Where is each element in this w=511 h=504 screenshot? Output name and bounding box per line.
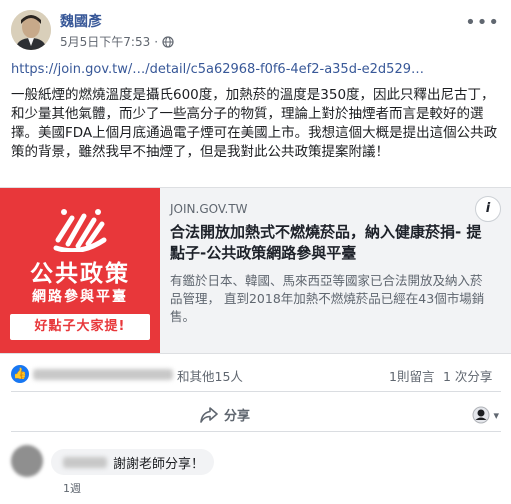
share-label: 分享: [224, 409, 251, 424]
link-preview-image[interactable]: 公共政策 網路參與平臺 好點子大家提!: [0, 188, 160, 353]
facebook-post: 魏國彥 5月5日下午7:53 · ••• https://join.gov.tw…: [0, 0, 511, 504]
globe-icon[interactable]: [162, 35, 174, 48]
reactor-names-redacted: [33, 369, 173, 380]
share-arrow-icon: [200, 406, 218, 423]
author-name[interactable]: 魏國彥: [60, 11, 102, 31]
link-description: 有鑑於日本、韓國、馬來西亞等國家已合法開放及納入菸品管理， 直到2018年加熱不…: [170, 273, 485, 324]
comment-bubble: 謝謝老師分享！: [51, 449, 215, 475]
link-title[interactable]: 合法開放加熱式不燃燒菸品，納入健康菸捐- 提點子-公共政策網路參與平臺: [170, 222, 490, 264]
reaction-others-text[interactable]: 和其他15人: [177, 366, 243, 385]
more-options-icon[interactable]: •••: [465, 12, 500, 33]
author-avatar[interactable]: [11, 10, 51, 50]
image-subtitle-text: 網路參與平臺: [32, 289, 128, 305]
link-preview-card[interactable]: 公共政策 網路參與平臺 好點子大家提! JOIN.GOV.TW 合法開放加熱式不…: [0, 187, 511, 354]
post-link[interactable]: https://join.gov.tw/…/detail/c5a62968-f0…: [11, 62, 424, 77]
viewer-selector[interactable]: ▾: [471, 405, 499, 425]
comment-count[interactable]: 1則留言: [389, 366, 434, 385]
divider: [11, 391, 501, 392]
chevron-down-icon: ▾: [493, 408, 499, 422]
like-reaction-icon[interactable]: 👍: [11, 365, 29, 383]
reactions-bar: 👍 和其他15人 1則留言 1 次分享: [11, 365, 501, 385]
comment-timestamp[interactable]: 1週: [63, 480, 81, 496]
share-count[interactable]: 1 次分享: [443, 366, 492, 385]
separator-dot: ·: [154, 34, 159, 49]
info-icon[interactable]: i: [475, 196, 501, 222]
hands-logo-icon: [53, 209, 107, 252]
commenter-avatar[interactable]: [11, 445, 43, 477]
link-preview-info: JOIN.GOV.TW 合法開放加熱式不燃燒菸品，納入健康菸捐- 提點子-公共政…: [170, 202, 490, 326]
image-badge-text: 好點子大家提!: [10, 314, 150, 340]
link-domain: JOIN.GOV.TW: [170, 202, 248, 216]
author-photo: [11, 10, 51, 50]
share-button[interactable]: 分享: [200, 405, 250, 424]
post-meta: 5月5日下午7:53 ·: [60, 33, 174, 50]
commenter-name-redacted[interactable]: [63, 456, 107, 468]
post-body-text: 一般紙煙的燃燒溫度是攝氏600度，加熱菸的溫度是350度，因此只釋出尼古丁，和少…: [11, 87, 498, 160]
divider: [11, 431, 501, 432]
post-timestamp[interactable]: 5月5日下午7:53: [60, 33, 150, 50]
comment-text: 謝謝老師分享！: [113, 456, 205, 472]
profile-avatar-icon: [472, 406, 490, 424]
image-title-text: 公共政策: [30, 261, 130, 287]
